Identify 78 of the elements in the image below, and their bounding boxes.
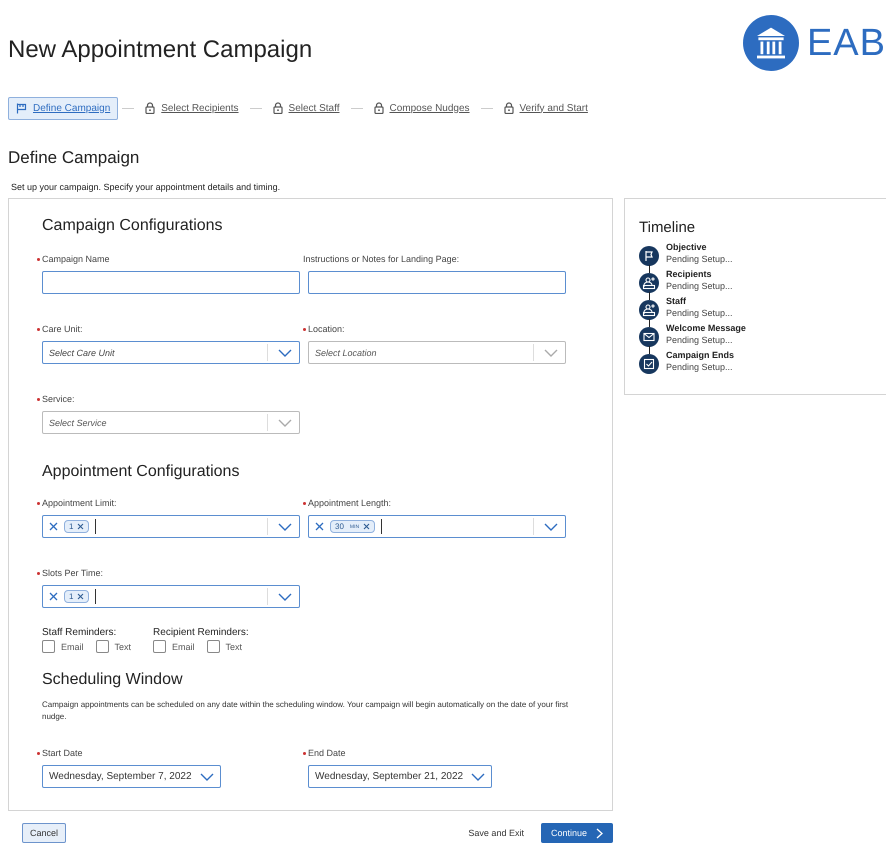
chevron-icon bbox=[278, 522, 292, 530]
field-label: End Date bbox=[308, 748, 346, 758]
step-tab[interactable]: Select Recipients bbox=[138, 96, 246, 120]
flag-icon bbox=[16, 102, 27, 114]
dropdown-field[interactable]: Select Care Unit bbox=[42, 341, 300, 364]
remove-icon bbox=[363, 523, 370, 530]
field-label: Appointment Length: bbox=[308, 498, 392, 508]
step-tab[interactable]: Select Staff bbox=[266, 96, 346, 120]
field-label: Campaign Name bbox=[42, 254, 110, 264]
chevron-icon bbox=[471, 772, 486, 780]
checkbox-label: Email bbox=[61, 642, 84, 652]
section-heading: Define Campaign bbox=[8, 148, 140, 168]
value-tag[interactable]: 1 bbox=[64, 590, 90, 603]
timeline-step-status: Pending Setup... bbox=[666, 308, 733, 318]
reminders-label: Staff Reminders: bbox=[42, 627, 118, 638]
form-section-title: Appointment Configurations bbox=[42, 463, 240, 481]
remove-icon bbox=[77, 593, 84, 600]
checkbox-label: Email bbox=[172, 642, 195, 652]
reminders-label: Recipient Reminders: bbox=[153, 627, 249, 638]
person-icon bbox=[639, 300, 659, 320]
clear-icon bbox=[49, 522, 58, 531]
flag-icon bbox=[639, 246, 659, 266]
continue-button[interactable]: Continue bbox=[540, 823, 613, 843]
multi-select-field[interactable]: 1 bbox=[42, 515, 300, 538]
logo-text: EAB bbox=[806, 22, 886, 64]
date-dropdown[interactable]: Wednesday, September 21, 2022 bbox=[308, 765, 492, 788]
timeline-step-title: Objective bbox=[666, 242, 708, 252]
remove-icon bbox=[77, 523, 84, 530]
section-description: Set up your campaign. Specify your appointment details and timing. bbox=[11, 182, 282, 192]
step-tab[interactable]: Define Campaign bbox=[8, 96, 118, 120]
checkbox-label: Text bbox=[114, 642, 132, 652]
field-label: Appointment Limit: bbox=[42, 498, 117, 508]
checkbox-label: Text bbox=[226, 642, 242, 652]
multi-select-field[interactable]: 1 bbox=[42, 585, 300, 608]
chevron-icon bbox=[544, 348, 558, 356]
field-label: Start Date bbox=[42, 748, 83, 758]
chevron-icon bbox=[278, 418, 292, 426]
clear-icon bbox=[315, 522, 324, 531]
page-title: New Appointment Campaign bbox=[8, 36, 312, 64]
form-section-title: Campaign Configurations bbox=[42, 217, 224, 235]
form-section-title: Scheduling Window bbox=[42, 671, 184, 689]
timeline-step-status: Pending Setup... bbox=[666, 335, 734, 345]
field-label: Location: bbox=[308, 324, 345, 334]
step-tab[interactable]: Compose Nudges bbox=[366, 96, 477, 120]
person-icon bbox=[639, 272, 659, 292]
timeline-step-title: Staff bbox=[666, 296, 687, 306]
section-note: Campaign appointments can be scheduled on any date within the scheduling window. Your campaign will begin automatically on the date of your first nudge. bbox=[42, 699, 570, 723]
timeline-step-title: Welcome Message bbox=[666, 323, 746, 333]
chevron-icon bbox=[278, 592, 292, 600]
date-dropdown[interactable]: Wednesday, September 7, 2022 bbox=[42, 765, 220, 788]
checkbox[interactable] bbox=[206, 640, 220, 653]
chevron-right-icon bbox=[596, 828, 603, 838]
building-logo-icon bbox=[742, 15, 799, 71]
cancel-button[interactable]: Cancel bbox=[22, 823, 66, 843]
timeline-step-status: Pending Setup... bbox=[666, 254, 733, 264]
step-tab[interactable]: Verify and Start bbox=[496, 96, 595, 120]
timeline-step-title: Campaign Ends bbox=[666, 350, 734, 360]
chevron-icon bbox=[200, 772, 214, 780]
field-label: Service: bbox=[42, 394, 75, 404]
input-field[interactable] bbox=[42, 271, 300, 294]
timeline-step-status: Pending Setup... bbox=[666, 281, 733, 291]
input-field[interactable] bbox=[308, 271, 566, 294]
field-label: Instructions or Notes for Landing Page: bbox=[303, 254, 460, 264]
timeline-step-title: Recipients bbox=[666, 269, 713, 279]
clear-icon bbox=[49, 592, 58, 601]
checkbox[interactable] bbox=[96, 640, 109, 653]
timeline-step-status: Pending Setup... bbox=[666, 362, 734, 372]
checkbox[interactable] bbox=[153, 640, 166, 653]
value-tag[interactable]: 1 bbox=[64, 520, 90, 533]
chevron-icon bbox=[278, 348, 292, 356]
save-and-exit-button[interactable]: Save and Exit bbox=[461, 823, 531, 843]
checkbox[interactable] bbox=[42, 640, 55, 653]
timeline-title: Timeline bbox=[639, 219, 696, 236]
field-label: Slots Per Time: bbox=[42, 568, 104, 578]
envelope-icon bbox=[639, 326, 659, 346]
field-label: Care Unit: bbox=[42, 324, 83, 334]
checkbox-icon bbox=[639, 354, 659, 374]
chevron-icon bbox=[544, 522, 558, 530]
